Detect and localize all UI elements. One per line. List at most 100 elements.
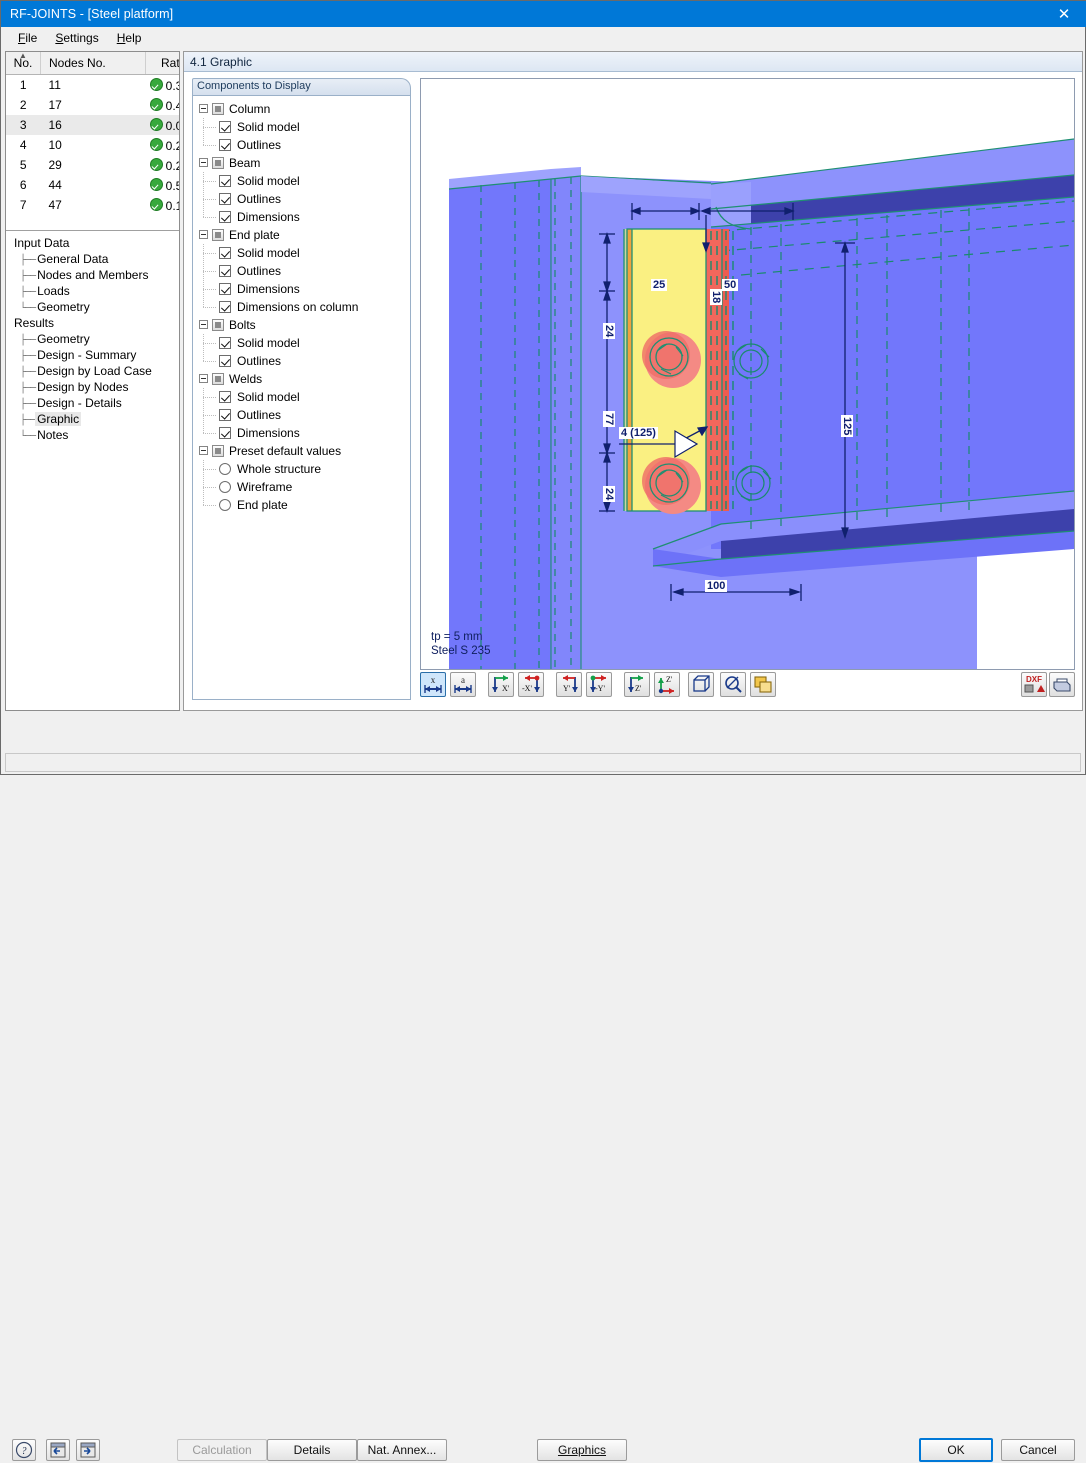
- menu-item-help[interactable]: Help: [108, 29, 151, 47]
- table-row[interactable]: 6 44 0.52: [6, 175, 179, 195]
- view-y-prime-button[interactable]: Y': [556, 672, 582, 697]
- checkbox[interactable]: [219, 121, 231, 133]
- checkbox[interactable]: [219, 175, 231, 187]
- checkbox[interactable]: [219, 427, 231, 439]
- component-option-wireframe[interactable]: Wireframe: [193, 478, 410, 496]
- previous-button[interactable]: [46, 1439, 70, 1461]
- graphics-button[interactable]: Graphics: [537, 1439, 627, 1461]
- component-option-dimensions[interactable]: Dimensions: [193, 424, 410, 442]
- table-row[interactable]: 2 17 0.47: [6, 95, 179, 115]
- checkbox[interactable]: [219, 211, 231, 223]
- menu-item-file[interactable]: File: [9, 29, 46, 47]
- menu-item-settings[interactable]: Settings: [46, 29, 107, 47]
- nav-item-loads[interactable]: ├── Loads: [10, 283, 179, 299]
- checkbox[interactable]: [219, 193, 231, 205]
- nav-item-general-data[interactable]: ├── General Data: [10, 251, 179, 267]
- nav-item-design-by-load-case[interactable]: ├── Design by Load Case: [10, 363, 179, 379]
- export-dxf-button[interactable]: DXF: [1021, 672, 1047, 697]
- component-option-solid-model[interactable]: Solid model: [193, 334, 410, 352]
- nav-item-geometry[interactable]: ├── Geometry: [10, 331, 179, 347]
- details-button[interactable]: Details: [267, 1439, 357, 1461]
- component-option-solid-model[interactable]: Solid model: [193, 244, 410, 262]
- collapse-icon[interactable]: [199, 230, 208, 239]
- checkbox[interactable]: [219, 409, 231, 421]
- view-x-dim-button[interactable]: x: [420, 672, 446, 697]
- checkbox[interactable]: [219, 139, 231, 151]
- checkbox[interactable]: [219, 355, 231, 367]
- component-option-outlines[interactable]: Outlines: [193, 190, 410, 208]
- component-option-solid-model[interactable]: Solid model: [193, 388, 410, 406]
- nav-item-design-summary[interactable]: ├── Design - Summary: [10, 347, 179, 363]
- nav-item-design-details[interactable]: ├── Design - Details: [10, 395, 179, 411]
- radio-button[interactable]: [219, 499, 231, 511]
- group-state-icon[interactable]: [212, 373, 224, 385]
- collapse-icon[interactable]: [199, 446, 208, 455]
- calculation-button[interactable]: Calculation: [177, 1439, 267, 1461]
- checkbox[interactable]: [219, 265, 231, 277]
- column-header-ratio[interactable]: Ratio: [145, 52, 179, 75]
- table-row[interactable]: 5 29 0.26: [6, 155, 179, 175]
- nav-item-geometry[interactable]: └── Geometry: [10, 299, 179, 315]
- component-option-dimensions[interactable]: Dimensions: [193, 208, 410, 226]
- table-row[interactable]: 3160.09: [6, 115, 179, 135]
- checkbox[interactable]: [219, 247, 231, 259]
- nav-item-graphic[interactable]: ├── Graphic: [10, 411, 179, 427]
- component-option-outlines[interactable]: Outlines: [193, 406, 410, 424]
- nat-annex-button[interactable]: Nat. Annex...: [357, 1439, 447, 1461]
- component-option-solid-model[interactable]: Solid model: [193, 118, 410, 136]
- radio-button[interactable]: [219, 463, 231, 475]
- component-option-outlines[interactable]: Outlines: [193, 262, 410, 280]
- table-row[interactable]: 7 47 0.18: [6, 195, 179, 215]
- group-state-icon[interactable]: [212, 445, 224, 457]
- checkbox[interactable]: [219, 283, 231, 295]
- group-state-icon[interactable]: [212, 103, 224, 115]
- component-option-end-plate[interactable]: End plate: [193, 496, 410, 514]
- print-graphic-button[interactable]: [1049, 672, 1075, 697]
- component-group-bolts[interactable]: Bolts: [193, 316, 410, 334]
- collapse-icon[interactable]: [199, 158, 208, 167]
- table-row[interactable]: 4 10 0.20: [6, 135, 179, 155]
- component-option-whole-structure[interactable]: Whole structure: [193, 460, 410, 478]
- nav-item-notes[interactable]: └── Notes: [10, 427, 179, 443]
- collapse-icon[interactable]: [199, 320, 208, 329]
- view-x-prime-button[interactable]: X': [488, 672, 514, 697]
- component-group-column[interactable]: Column: [193, 100, 410, 118]
- view-zoom-reset-button[interactable]: [720, 672, 746, 697]
- component-group-welds[interactable]: Welds: [193, 370, 410, 388]
- collapse-icon[interactable]: [199, 374, 208, 383]
- component-option-solid-model[interactable]: Solid model: [193, 172, 410, 190]
- view-a-dim-button[interactable]: a: [450, 672, 476, 697]
- column-header-nodes[interactable]: Nodes No.: [40, 52, 146, 75]
- checkbox[interactable]: [219, 391, 231, 403]
- next-button[interactable]: [76, 1439, 100, 1461]
- view-neg-x-prime-button[interactable]: -X': [518, 672, 544, 697]
- group-state-icon[interactable]: [212, 157, 224, 169]
- view-iso-z-button[interactable]: Z': [654, 672, 680, 697]
- view-neg-y-prime-button[interactable]: -Y': [586, 672, 612, 697]
- component-group-preset-default-values[interactable]: Preset default values: [193, 442, 410, 460]
- ok-button[interactable]: OK: [919, 1438, 993, 1462]
- cancel-button[interactable]: Cancel: [1001, 1439, 1075, 1461]
- component-option-outlines[interactable]: Outlines: [193, 352, 410, 370]
- component-group-beam[interactable]: Beam: [193, 154, 410, 172]
- help-button[interactable]: ?: [12, 1439, 36, 1461]
- component-option-dimensions[interactable]: Dimensions: [193, 280, 410, 298]
- group-state-icon[interactable]: [212, 229, 224, 241]
- component-option-dimensions-on-column[interactable]: Dimensions on column: [193, 298, 410, 316]
- nav-item-nodes-and-members[interactable]: ├── Nodes and Members: [10, 267, 179, 283]
- collapse-icon[interactable]: [199, 104, 208, 113]
- checkbox[interactable]: [219, 337, 231, 349]
- table-row[interactable]: 1110.37: [6, 75, 179, 96]
- view-z-prime-button[interactable]: Z': [624, 672, 650, 697]
- view-layers-button[interactable]: [750, 672, 776, 697]
- component-option-outlines[interactable]: Outlines: [193, 136, 410, 154]
- component-group-end-plate[interactable]: End plate: [193, 226, 410, 244]
- nav-item-design-by-nodes[interactable]: ├── Design by Nodes: [10, 379, 179, 395]
- close-icon[interactable]: ✕: [1041, 1, 1086, 27]
- view-box-button[interactable]: [688, 672, 714, 697]
- radio-button[interactable]: [219, 481, 231, 493]
- checkbox[interactable]: [219, 301, 231, 313]
- group-state-icon[interactable]: [212, 319, 224, 331]
- graphic-canvas[interactable]: 25 50 18 24 77 24 125 100 4 (125) tp = 5…: [420, 78, 1075, 670]
- column-header-no[interactable]: ▲ No.: [6, 52, 41, 75]
